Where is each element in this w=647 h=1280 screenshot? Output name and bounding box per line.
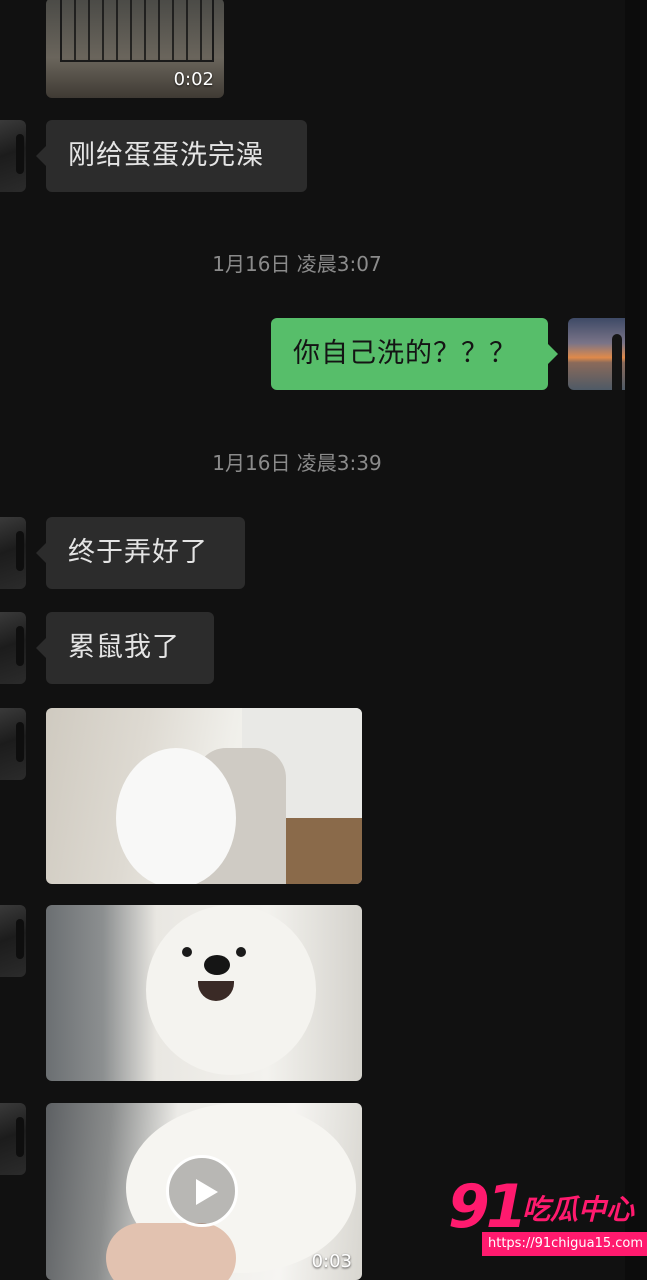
watermark-name: 吃瓜中心 bbox=[522, 1193, 635, 1226]
video-duration: 0:03 bbox=[311, 1251, 352, 1272]
photo-dog-nose bbox=[204, 955, 230, 975]
site-watermark: 91 吃瓜中心 https://91chigua15.com bbox=[448, 1172, 647, 1260]
my-avatar[interactable] bbox=[568, 318, 625, 390]
contact-avatar[interactable] bbox=[0, 517, 26, 589]
photo-dog bbox=[116, 748, 236, 884]
incoming-message-bubble[interactable]: 累鼠我了 bbox=[36, 612, 214, 684]
contact-avatar[interactable] bbox=[0, 120, 26, 192]
play-icon[interactable] bbox=[166, 1155, 238, 1227]
video-message-2[interactable]: 0:03 bbox=[46, 1103, 362, 1280]
photo-dog-eye bbox=[236, 947, 246, 957]
contact-avatar[interactable] bbox=[0, 612, 26, 684]
video-duration: 0:02 bbox=[173, 69, 214, 90]
video-thumbnail-cage bbox=[60, 0, 214, 62]
contact-avatar[interactable] bbox=[0, 708, 26, 780]
contact-avatar[interactable] bbox=[0, 1103, 26, 1175]
avatar-silhouette bbox=[612, 334, 622, 390]
incoming-message-bubble[interactable]: 终于弄好了 bbox=[36, 517, 245, 589]
video-thumbnail-hand bbox=[106, 1223, 236, 1280]
outgoing-message-bubble[interactable]: 你自己洗的？？？ bbox=[271, 318, 558, 390]
video-message-1[interactable]: 0:02 bbox=[46, 0, 224, 98]
incoming-message-bubble[interactable]: 刚给蛋蛋洗完澡 bbox=[36, 120, 307, 192]
message-timestamp: 1月16日 凌晨3:07 bbox=[212, 252, 382, 276]
message-timestamp: 1月16日 凌晨3:39 bbox=[212, 451, 382, 475]
photo-dog-eye bbox=[182, 947, 192, 957]
image-message-2[interactable] bbox=[46, 905, 362, 1081]
watermark-url: https://91chigua15.com bbox=[482, 1232, 647, 1256]
contact-avatar[interactable] bbox=[0, 905, 26, 977]
right-edge-strip bbox=[625, 0, 647, 1280]
image-message-1[interactable] bbox=[46, 708, 362, 884]
